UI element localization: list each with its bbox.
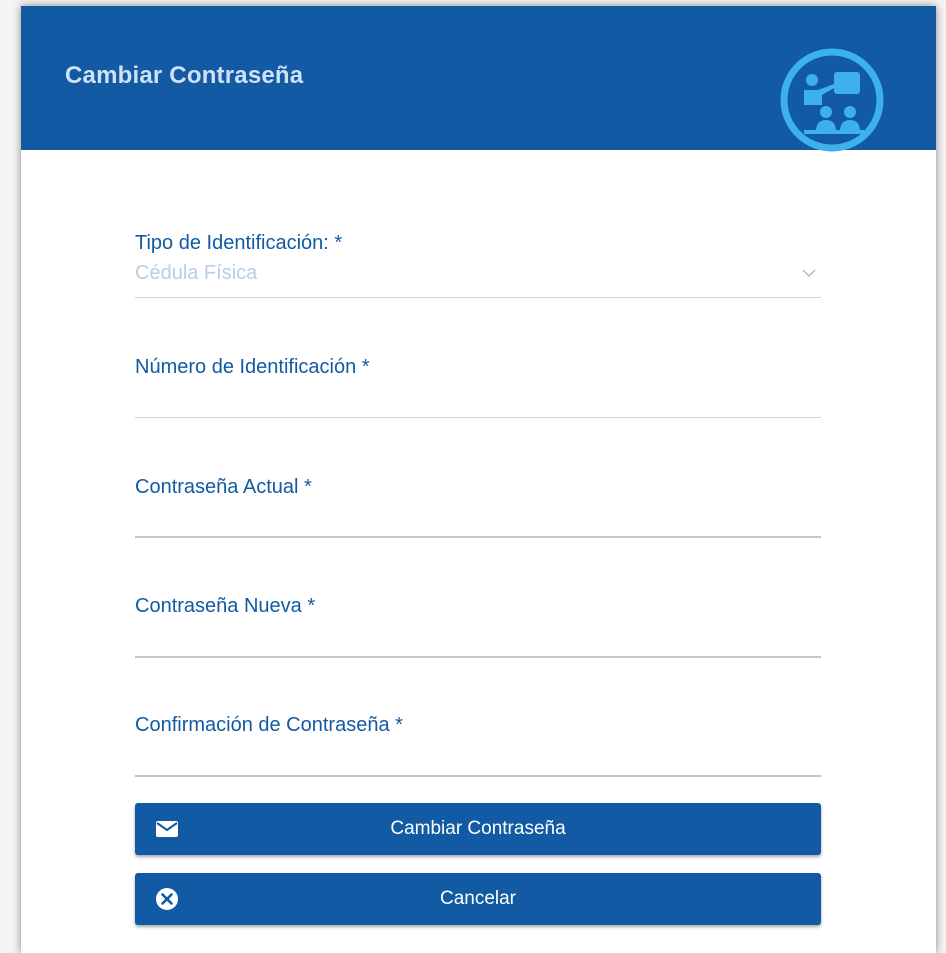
contrasena-actual-underline (135, 536, 821, 538)
page-title: Cambiar Contraseña (65, 62, 304, 89)
contrasena-nueva-field[interactable]: Contraseña Nueva * (135, 595, 821, 665)
contrasena-nueva-underline (135, 656, 821, 658)
numero-identificacion-underline (135, 417, 821, 418)
cancelar-button[interactable]: Cancelar (135, 873, 821, 925)
contrasena-actual-label: Contraseña Actual * (135, 476, 312, 498)
tipo-identificacion-value[interactable]: Cédula Física (135, 262, 257, 285)
contrasena-nueva-label: Contraseña Nueva * (135, 595, 316, 617)
tipo-identificacion-select[interactable]: Tipo de Identificación: * Cédula Física (135, 232, 821, 302)
tipo-identificacion-underline (135, 297, 821, 298)
numero-identificacion-field[interactable]: Número de Identificación * (135, 356, 821, 426)
chevron-down-icon[interactable] (801, 265, 817, 281)
numero-identificacion-label: Número de Identificación * (135, 356, 370, 378)
tipo-identificacion-label: Tipo de Identificación: * (135, 232, 343, 254)
contrasena-actual-field[interactable]: Contraseña Actual * (135, 476, 821, 546)
change-password-card: Cambiar Contraseña Tipo de Identificació… (21, 6, 936, 953)
confirmacion-contrasena-field[interactable]: Confirmación de Contraseña * (135, 714, 821, 784)
header-bar: Cambiar Contraseña (21, 6, 936, 152)
classroom-teacher-logo (780, 48, 884, 152)
cambiar-contrasena-label: Cambiar Contraseña (390, 818, 566, 839)
cambiar-contrasena-button[interactable]: Cambiar Contraseña (135, 803, 821, 855)
confirmacion-contrasena-label: Confirmación de Contraseña * (135, 714, 403, 736)
confirmacion-contrasena-underline (135, 775, 821, 777)
cancelar-label: Cancelar (439, 888, 517, 909)
